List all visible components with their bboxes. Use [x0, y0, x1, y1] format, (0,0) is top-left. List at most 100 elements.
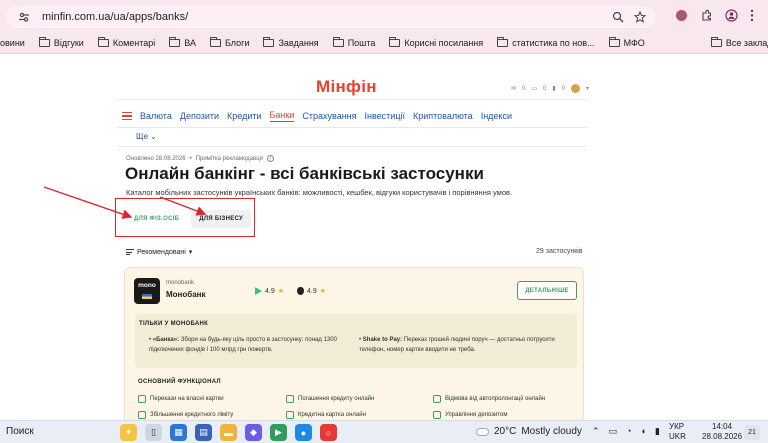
all-bookmarks[interactable]: Все закладки: [710, 36, 768, 48]
extension-color-icon[interactable]: [675, 9, 688, 27]
monobank-logo[interactable]: mono: [134, 278, 160, 304]
exclusive-bullet: • «Банка»: Збори на будь-яку ціль просто…: [149, 337, 337, 353]
bookmark-label: Пошта: [347, 37, 376, 48]
notification-badge[interactable]: 21: [744, 425, 760, 440]
file-explorer-icon[interactable]: ▬: [220, 424, 237, 441]
folder-icon: [332, 36, 344, 47]
bookmark-folder[interactable]: Відгуки: [38, 36, 84, 48]
avatar[interactable]: [571, 84, 581, 93]
divider: [117, 146, 587, 147]
clock[interactable]: 14:04 28.08.2026: [702, 422, 742, 442]
wifi-icon[interactable]: ◔: [626, 426, 631, 437]
bookmark-folder[interactable]: статистика по нов...: [497, 36, 595, 48]
details-button[interactable]: ДЕТАЛЬНІШЕ: [517, 281, 577, 300]
url-text: minfin.com.ua/ua/apps/banks/: [42, 11, 189, 23]
apps-count: 29 застосунків: [536, 248, 583, 255]
rating-value: 4.9: [265, 287, 275, 295]
card-icon: [286, 411, 294, 419]
chevron-down-icon[interactable]: ▾: [586, 85, 589, 92]
folder-icon: [497, 36, 509, 47]
lang-line1: УКР: [669, 422, 685, 431]
updated-date: Оновлено 28.08.2026: [126, 155, 186, 162]
copilot-app-icon[interactable]: ◆: [245, 424, 262, 441]
bookmark-folder[interactable]: Корисні посилання: [389, 36, 483, 48]
chevron-up-icon[interactable]: ⌃: [592, 426, 600, 437]
bookmark-folder[interactable]: Коментарі: [97, 36, 155, 48]
chat-icon[interactable]: ▭: [531, 85, 537, 92]
network-icon[interactable]: ▭: [609, 426, 618, 437]
bookmark-folder[interactable]: Блоги: [210, 36, 250, 48]
google-play-rating: 4.9 ★: [255, 287, 284, 295]
volume-icon[interactable]: ◖: [641, 426, 646, 437]
weather-widget[interactable]: 20°C Mostly cloudy: [476, 426, 582, 437]
copilot-icon[interactable]: ✦: [120, 424, 137, 441]
nav-item-banks[interactable]: Банки: [269, 110, 295, 122]
logo-text: mono: [138, 282, 156, 289]
flag-icon: [142, 294, 152, 299]
star-icon: ★: [277, 288, 285, 295]
media-icon[interactable]: ▶: [270, 424, 287, 441]
ad-note[interactable]: Примітка рекламодавця: [196, 156, 263, 162]
language-indicator[interactable]: УКР UKR: [669, 422, 686, 442]
feature-item: Кредитна картка онлайн: [286, 411, 366, 419]
taskbar-search[interactable]: Поиск: [6, 426, 34, 437]
opera-icon[interactable]: ○: [320, 424, 337, 441]
bookmark-folder[interactable]: Пошта: [332, 36, 376, 48]
zoom-icon[interactable]: [612, 10, 624, 28]
feature-item: Управління депозитом: [433, 411, 508, 419]
nav-item-deposits[interactable]: Депозити: [180, 111, 219, 121]
feature-item: Погашення кредиту онлайн: [286, 395, 374, 403]
star-icon: ★: [319, 288, 327, 295]
transfer-icon: [138, 395, 146, 403]
windows-store-icon[interactable]: ▦: [170, 424, 187, 441]
apple-icon: [297, 287, 304, 295]
feature-label: Перекази на власні картки: [150, 396, 224, 402]
nav-item-currency[interactable]: Валюта: [140, 111, 172, 121]
nav-item-indexes[interactable]: Індекси: [481, 111, 512, 121]
battery-icon[interactable]: ▮: [655, 426, 660, 437]
calendar-icon: [433, 395, 441, 403]
bookmark-folder[interactable]: Завдання: [263, 36, 319, 48]
calculator-icon[interactable]: ▤: [195, 424, 212, 441]
address-bar[interactable]: minfin.com.ua/ua/apps/banks/: [6, 6, 656, 28]
chrome-icon[interactable]: ●: [295, 424, 312, 441]
bookmark-star-icon[interactable]: [633, 10, 647, 28]
chat-count: 0: [543, 85, 547, 92]
nav-item-investments[interactable]: Інвестиції: [365, 111, 405, 121]
features-title: ОСНОВНИЙ ФУНКЦІОНАЛ: [138, 379, 221, 385]
chevron-down-icon: ⌄: [147, 132, 157, 141]
profile-icon[interactable]: [725, 9, 738, 27]
feature-item: Перекази на власні картки: [138, 395, 224, 403]
site-info-icon[interactable]: [18, 10, 32, 24]
site-logo[interactable]: Мінфін: [316, 77, 377, 97]
nav-more[interactable]: Ще ⌄: [136, 132, 157, 141]
bookmark-folder[interactable]: ВА: [169, 36, 196, 48]
bookmark-label: Блоги: [225, 37, 250, 48]
feature-label: Відмова від автопролонгації онлайн: [445, 396, 546, 402]
clock-time: 14:04: [712, 422, 733, 431]
bank-name[interactable]: Монобанк: [166, 290, 206, 299]
nav-item-insurance[interactable]: Страхування: [302, 111, 356, 121]
folder-icon: [169, 36, 181, 47]
bookmark-label: Завдання: [278, 37, 319, 48]
notifications-icon[interactable]: ✉: [511, 85, 516, 92]
menu-kebab-icon[interactable]: [750, 9, 754, 27]
feature-item: Відмова від автопролонгації онлайн: [433, 395, 545, 403]
bookmark-label: МФО: [623, 37, 645, 48]
bookmark-icon[interactable]: ▮: [552, 85, 555, 92]
sort-label: Рекомендовані: [137, 248, 186, 256]
nav-item-credits[interactable]: Кредити: [227, 111, 261, 121]
google-play-icon: [255, 287, 262, 295]
folder-icon: [210, 36, 221, 47]
nav-item-crypto[interactable]: Криптовалюта: [413, 111, 473, 121]
bookmark-folder[interactable]: МФО: [608, 36, 645, 48]
clock-date: 28.08.2026: [702, 432, 743, 441]
task-view-icon[interactable]: ▯: [145, 424, 162, 441]
sort-dropdown[interactable]: Рекомендовані ▾: [126, 248, 192, 256]
info-icon[interactable]: i: [266, 155, 274, 162]
extensions-icon[interactable]: [700, 9, 713, 27]
hamburger-menu-icon[interactable]: [122, 111, 132, 121]
bookmark-item[interactable]: овини: [0, 38, 25, 48]
main-nav: Валюта Депозити Кредити Банки Страхуванн…: [122, 110, 520, 122]
bank-card: mono monobank Монобанк 4.9 ★ 4.9 ★ ДЕТАЛ…: [124, 267, 584, 422]
